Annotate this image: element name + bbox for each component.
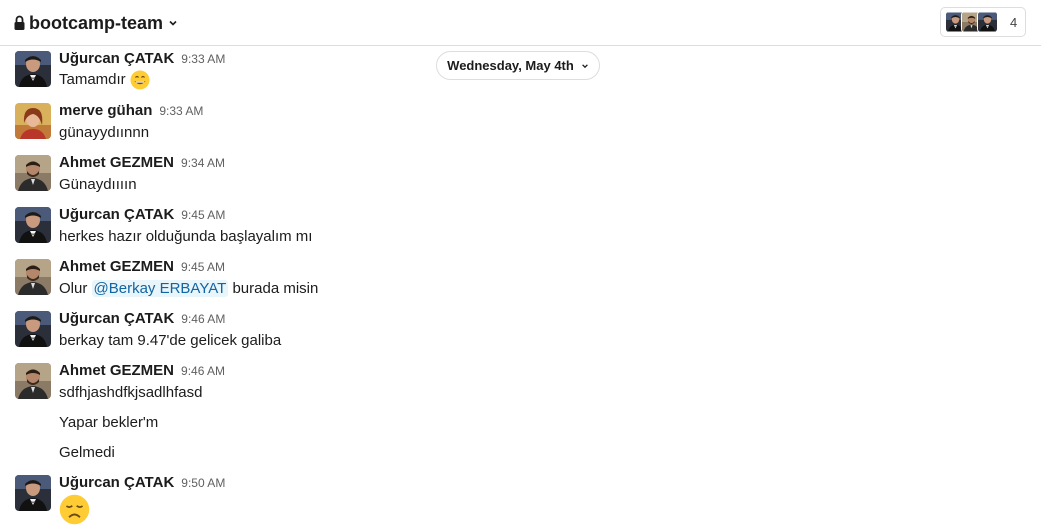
chevron-down-icon xyxy=(169,20,177,26)
sender-name[interactable]: Uğurcan ÇATAK xyxy=(59,474,174,491)
lock-icon xyxy=(14,15,25,30)
date-label: Wednesday, May 4th xyxy=(447,58,574,73)
message-text: Yapar bekler'm xyxy=(59,414,159,431)
timestamp[interactable]: 9:34 AM xyxy=(181,156,225,170)
avatar[interactable] xyxy=(15,259,51,295)
channel-name-button[interactable]: bootcamp-team xyxy=(14,11,178,35)
message-text: herkes hazır olduğunda başlayalım mı xyxy=(59,228,313,245)
sender-name[interactable]: Uğurcan ÇATAK xyxy=(59,206,174,223)
timestamp[interactable]: 9:46 AM xyxy=(181,364,225,378)
timestamp[interactable]: 9:46 AM xyxy=(181,312,225,326)
timestamp[interactable]: 9:33 AM xyxy=(181,52,225,66)
avatar[interactable] xyxy=(15,207,51,243)
user-mention[interactable]: @Berkay ERBAYAT xyxy=(91,280,229,297)
sender-name[interactable]: Ahmet GEZMEN xyxy=(59,362,174,379)
avatar[interactable] xyxy=(15,103,51,139)
timestamp[interactable]: 9:45 AM xyxy=(181,208,225,222)
message-text: berkay tam 9.47'de gelicek galiba xyxy=(59,332,282,349)
message-text: burada misin xyxy=(232,280,319,297)
channel-header: bootcamp-team 4 xyxy=(0,0,1041,46)
sender-name[interactable]: Uğurcan ÇATAK xyxy=(59,50,174,67)
disappointed-face-emoji-icon xyxy=(59,494,90,525)
avatar[interactable] xyxy=(15,475,51,511)
sender-name[interactable]: merve gühan xyxy=(59,102,152,119)
avatar[interactable] xyxy=(15,363,51,399)
avatar[interactable] xyxy=(15,155,51,191)
date-divider-button[interactable]: Wednesday, May 4th xyxy=(436,51,600,80)
avatar[interactable] xyxy=(15,311,51,347)
message-text: sdfhjashdfkjsadlhfasd xyxy=(59,384,203,401)
message-text: Olur xyxy=(59,280,88,297)
members-button[interactable]: 4 xyxy=(940,7,1026,37)
avatar[interactable] xyxy=(15,51,51,87)
grinning-smile-emoji-icon xyxy=(130,70,150,90)
timestamp[interactable]: 9:45 AM xyxy=(181,260,225,274)
chevron-down-icon xyxy=(581,63,588,68)
member-avatar xyxy=(977,11,998,33)
sender-name[interactable]: Ahmet GEZMEN xyxy=(59,154,174,171)
message-text: Günaydıııın xyxy=(59,176,137,193)
sender-name[interactable]: Ahmet GEZMEN xyxy=(59,258,174,275)
timestamp[interactable]: 9:50 AM xyxy=(181,476,225,490)
channel-name: bootcamp-team xyxy=(29,12,164,33)
message-text: günayydıınnn xyxy=(59,124,150,141)
message-text: Gelmedi xyxy=(59,444,115,461)
sender-name[interactable]: Uğurcan ÇATAK xyxy=(59,310,174,327)
member-count: 4 xyxy=(1010,14,1018,30)
message-text: Tamamdır xyxy=(59,70,126,88)
timestamp[interactable]: 9:33 AM xyxy=(159,104,203,118)
